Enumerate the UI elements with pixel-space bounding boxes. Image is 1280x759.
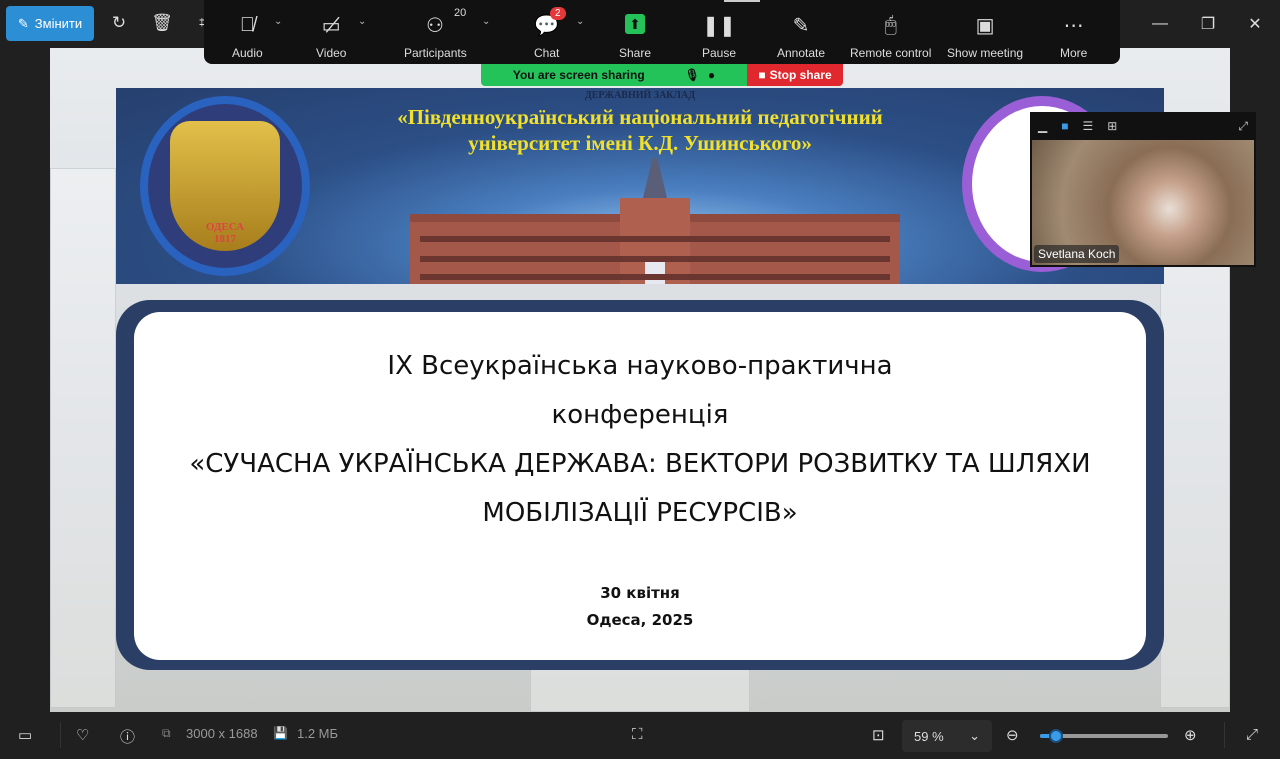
- show-meeting-button[interactable]: ▣ Show meeting: [947, 0, 1023, 64]
- image-dimensions: 3000 x 1688: [186, 726, 258, 741]
- restore-icon[interactable]: ❐: [1196, 12, 1220, 36]
- favorite-icon[interactable]: ♡: [76, 726, 89, 744]
- participant-name: Svetlana Koch: [1034, 245, 1120, 263]
- edit-image-icon: ✎: [17, 15, 29, 31]
- video-chevron-icon[interactable]: ⌄: [358, 16, 366, 27]
- pencil-icon: ✎: [792, 14, 810, 37]
- meeting-icon: ▣: [975, 14, 995, 37]
- remote-control-button[interactable]: 🖱 Remote control: [850, 0, 931, 64]
- conference-title: IX Всеукраїнська науково-практична конфе…: [189, 351, 1091, 528]
- fullscreen-icon[interactable]: ⤢: [1246, 726, 1258, 743]
- chat-badge: 2: [550, 7, 566, 20]
- minimize-video-icon[interactable]: ▁: [1038, 119, 1047, 133]
- zoom-out-icon[interactable]: ⊖: [1006, 726, 1019, 744]
- focus-icon[interactable]: ⛶: [632, 726, 643, 743]
- expand-icon[interactable]: ⤢: [1238, 119, 1248, 134]
- edit-button[interactable]: ✎ Змінити: [6, 6, 94, 41]
- annotate-button[interactable]: ✎ Annotate: [777, 0, 825, 64]
- chevron-down-icon: ⌄: [969, 728, 980, 743]
- pause-button[interactable]: ❚❚ Pause: [702, 0, 736, 64]
- close-icon[interactable]: ✕: [1243, 12, 1267, 36]
- share-icon: ⬆: [625, 14, 645, 34]
- banner-subtitle: ДЕРЖАВНИЙ ЗАКЛАД: [584, 90, 696, 101]
- zoom-in-icon[interactable]: ⊕: [1184, 726, 1197, 744]
- dimensions-icon: ⧉: [162, 726, 171, 740]
- share-button[interactable]: ⬆ Share: [619, 0, 651, 64]
- university-seal: ОДЕСА 1817: [140, 96, 310, 276]
- video-panel: ▁ ■ ☰ ⊞ ⤢ Svetlana Koch: [1030, 112, 1256, 267]
- gallery-view-icon[interactable]: ⊞: [1107, 119, 1117, 133]
- minimize-icon[interactable]: —: [1148, 12, 1172, 36]
- zoom-share-toolbar: 🎙̸ Audio ⌄ ▭̸ Video ⌄ ⚇ 20 Participants ⌄ 💬 2…: [204, 0, 1120, 64]
- chat-chevron-icon[interactable]: ⌄: [576, 16, 584, 27]
- pause-icon: ❚❚: [702, 14, 736, 37]
- shield-icon: ●: [707, 68, 716, 82]
- stop-share-button[interactable]: ■ Stop share: [747, 64, 843, 86]
- rotate-icon[interactable]: ↻: [108, 12, 130, 34]
- more-button[interactable]: ⋯ More: [1060, 0, 1087, 64]
- video-off-icon: ▭̸: [321, 14, 341, 37]
- file-size-icon: 💾: [273, 726, 288, 740]
- zoom-level-select[interactable]: 59 % ⌄: [902, 720, 992, 752]
- filmstrip-icon[interactable]: ▭: [18, 726, 32, 744]
- university-banner: ДЕРЖАВНИЙ ЗАКЛАД «Південноукраїнський на…: [116, 88, 1164, 284]
- zoom-slider-thumb[interactable]: [1049, 729, 1063, 743]
- mic-muted-icon: 🎙̸: [239, 13, 255, 36]
- university-building-illustration: [410, 158, 900, 284]
- stop-icon: ■: [758, 68, 766, 82]
- audio-chevron-icon[interactable]: ⌄: [274, 16, 282, 27]
- file-size: 1.2 МБ: [297, 726, 339, 741]
- participants-icon: ⚇: [426, 14, 444, 37]
- fit-screen-icon[interactable]: ⊡: [872, 726, 885, 744]
- screen-sharing-indicator[interactable]: You are screen sharing 🎙 ●: [481, 64, 747, 86]
- info-icon[interactable]: ⓘ: [120, 726, 135, 747]
- conference-card: IX Всеукраїнська науково-практична конфе…: [116, 300, 1164, 670]
- speaker-view-icon[interactable]: ■: [1061, 119, 1068, 133]
- mouse-icon: 🖱: [884, 13, 897, 36]
- delete-icon[interactable]: 🗑: [151, 12, 173, 34]
- participants-button[interactable]: ⚇ 20 Participants: [404, 0, 467, 64]
- audio-button[interactable]: 🎙̸ Audio: [232, 0, 263, 64]
- conference-date: 30 квітня Одеса, 2025: [586, 584, 694, 629]
- chat-button[interactable]: 💬 2 Chat: [534, 0, 566, 64]
- strip-view-icon[interactable]: ☰: [1082, 119, 1093, 133]
- video-button[interactable]: ▭̸ Video: [316, 0, 346, 64]
- mic-muted-icon: 🎙: [684, 68, 700, 82]
- more-icon: ⋯: [1063, 14, 1084, 37]
- participants-chevron-icon[interactable]: ⌄: [482, 16, 490, 27]
- participant-video: Svetlana Koch: [1032, 140, 1254, 265]
